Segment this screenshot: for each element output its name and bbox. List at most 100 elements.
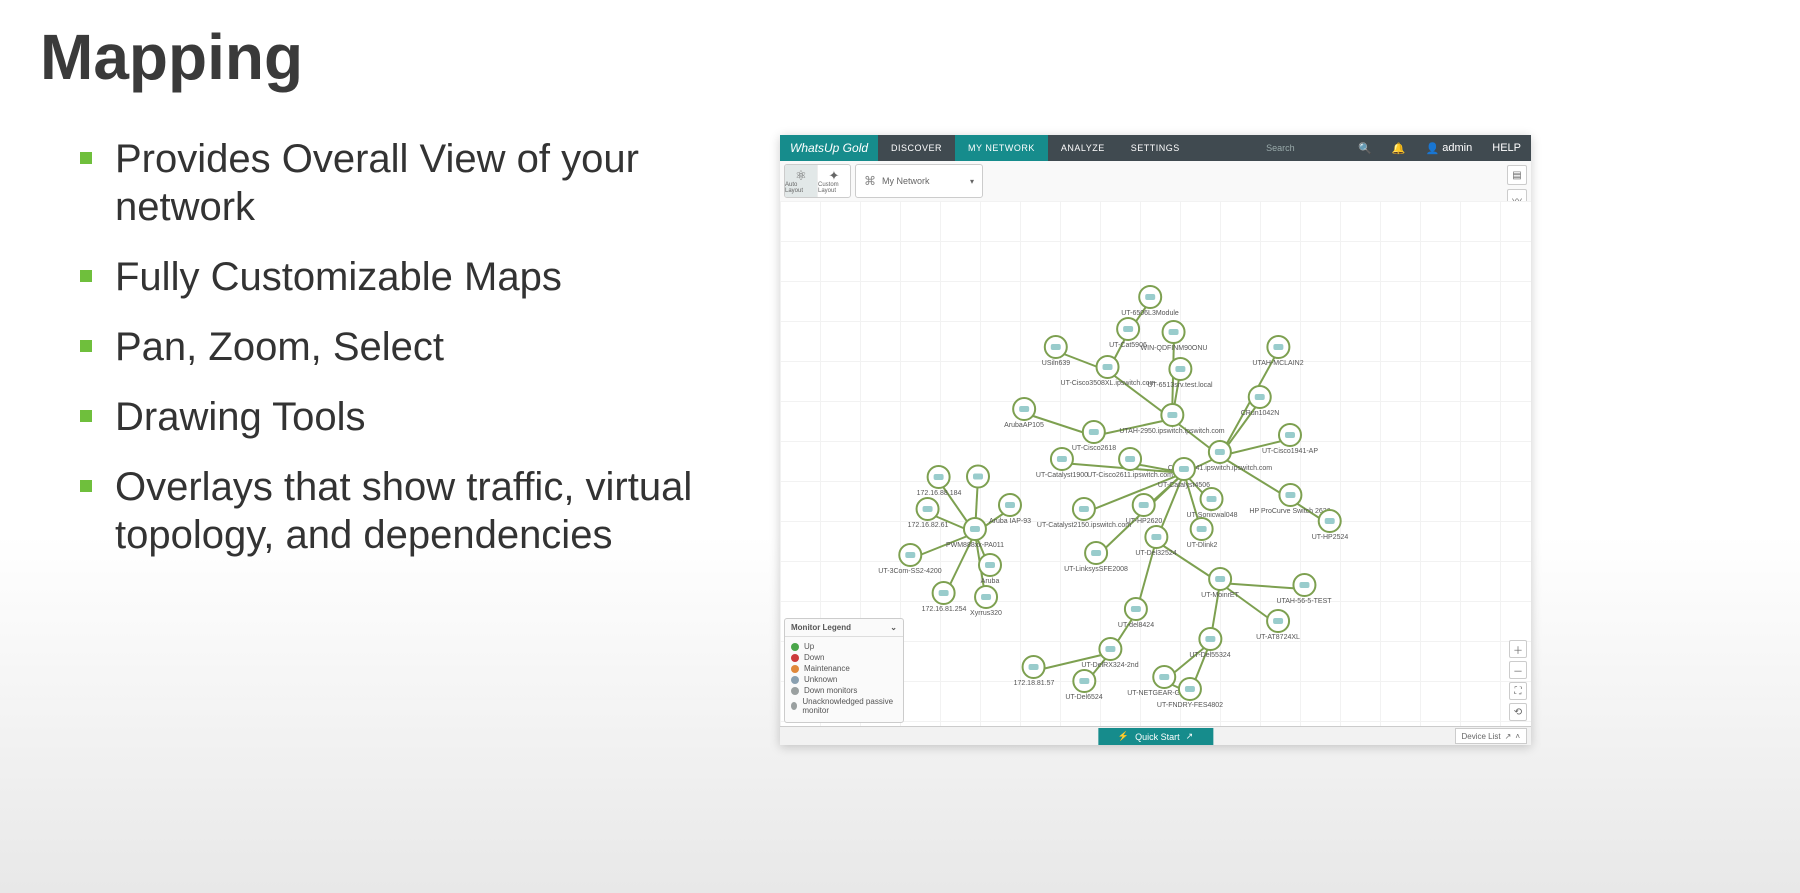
- nav-item-discover[interactable]: DISCOVER: [878, 135, 955, 161]
- node-label: PWM888xx-PA011: [946, 542, 1004, 549]
- network-node[interactable]: UT-3Com-SS2-4200: [878, 543, 941, 575]
- network-node[interactable]: Xyrrus320: [970, 585, 1002, 617]
- expand-arrows-icon: ↗: [1505, 732, 1512, 741]
- network-node[interactable]: UT-LinksysSFE2008: [1064, 541, 1128, 573]
- node-label: UTAH-2950.ipswitch.ipswitch.com: [1119, 428, 1224, 435]
- node-label: UT-Catalyst2150.ipswitch.com: [1037, 522, 1131, 529]
- device-icon: [927, 465, 951, 489]
- nav-item-settings[interactable]: SETTINGS: [1118, 135, 1193, 161]
- network-node[interactable]: UT-Dlink2: [1187, 517, 1218, 549]
- network-node[interactable]: UT-Del6524: [1065, 669, 1102, 701]
- node-label: 172.16.81.254: [922, 606, 967, 613]
- network-node[interactable]: UTAH-56-5-TEST: [1276, 573, 1331, 605]
- bullet-item: Drawing Tools: [80, 393, 760, 441]
- network-context-select[interactable]: ⌘ My Network: [855, 164, 983, 198]
- devices-panel-icon[interactable]: ▤: [1507, 165, 1527, 185]
- device-icon: [1050, 447, 1074, 471]
- help-link[interactable]: HELP: [1482, 135, 1531, 161]
- quick-start-label: Quick Start: [1135, 732, 1180, 742]
- custom-layout-button[interactable]: ✦ Custom Layout: [818, 165, 850, 197]
- legend-label: Unacknowledged passive monitor: [802, 697, 897, 715]
- device-icon: [1132, 493, 1156, 517]
- network-node[interactable]: UT-Del55324: [1189, 627, 1230, 659]
- zoom-out-button[interactable]: －: [1509, 661, 1527, 679]
- search-input[interactable]: [1264, 142, 1348, 154]
- user-label: admin: [1442, 142, 1472, 154]
- device-icon: [1084, 541, 1108, 565]
- search-icon[interactable]: 🔍: [1348, 135, 1382, 161]
- network-node[interactable]: 172.16.81.254: [922, 581, 967, 613]
- bullet-list: Provides Overall View of your network Ful…: [80, 135, 760, 581]
- network-node[interactable]: UT-del8424: [1118, 597, 1154, 629]
- network-node[interactable]: ArubaAP105: [1004, 397, 1044, 429]
- network-node[interactable]: UT-Catalyst2150.ipswitch.com: [1037, 497, 1131, 529]
- network-node[interactable]: Aruba IAP-93: [989, 493, 1031, 525]
- device-icon: [1012, 397, 1036, 421]
- network-node[interactable]: UT-HP2524: [1312, 509, 1349, 541]
- custom-layout-icon: ✦: [829, 169, 840, 182]
- device-icon: [1200, 487, 1224, 511]
- network-node[interactable]: 172.16.82.61: [908, 497, 949, 529]
- bullet-item: Overlays that show traffic, virtual topo…: [80, 463, 760, 559]
- chevron-down-icon: ⌄: [890, 623, 897, 632]
- legend-header[interactable]: Monitor Legend ⌄: [785, 619, 903, 637]
- node-label: UT-3Com-SS2-4200: [878, 568, 941, 575]
- device-icon: [1162, 320, 1186, 344]
- network-node[interactable]: UT-Cisco3508XL.ipswitch.com: [1061, 355, 1156, 387]
- bullet-item: Fully Customizable Maps: [80, 253, 760, 301]
- network-node[interactable]: CRun1042N: [1241, 385, 1280, 417]
- network-node[interactable]: WIN-QDFINM90ONU: [1141, 320, 1208, 352]
- layout-toolbar: ⚛ Auto Layout ✦ Custom Layout ⌘ My Netwo…: [780, 161, 1531, 202]
- nav-item-my-network[interactable]: MY NETWORK: [955, 135, 1048, 161]
- network-node[interactable]: UT-6513srv.test.local: [1147, 357, 1212, 389]
- zoom-fit-button[interactable]: ⛶: [1509, 682, 1527, 700]
- network-node[interactable]: [966, 465, 990, 490]
- legend-label: Up: [804, 642, 814, 651]
- monitor-legend: Monitor Legend ⌄ UpDownMaintenanceUnknow…: [784, 618, 904, 723]
- legend-label: Down monitors: [804, 686, 857, 695]
- notifications-icon[interactable]: 🔔: [1382, 135, 1416, 161]
- network-node[interactable]: UT-Catalyst4506: [1158, 457, 1210, 489]
- bullet-item: Provides Overall View of your network: [80, 135, 760, 231]
- network-node[interactable]: 172.18.81.57: [1014, 655, 1055, 687]
- legend-row: Unknown: [791, 675, 897, 684]
- auto-layout-button[interactable]: ⚛ Auto Layout: [785, 165, 818, 197]
- network-node[interactable]: UTAH-MCLAIN2: [1252, 335, 1303, 367]
- legend-swatch: [791, 643, 799, 651]
- network-node[interactable]: UT-Catalyst1900: [1036, 447, 1088, 479]
- network-node[interactable]: UT-Sonicwal048: [1187, 487, 1238, 519]
- network-icon: ⌘: [864, 174, 876, 188]
- device-icon: [1116, 317, 1140, 341]
- node-label: UT-MoinrET: [1201, 592, 1239, 599]
- product-logo: WhatsUp Gold: [780, 135, 878, 161]
- network-node[interactable]: UT-HP2620: [1126, 493, 1163, 525]
- device-icon: [1208, 440, 1232, 464]
- legend-title: Monitor Legend: [791, 623, 851, 632]
- device-icon: [1124, 597, 1148, 621]
- legend-label: Maintenance: [804, 664, 850, 673]
- device-icon: [1022, 655, 1046, 679]
- node-label: 172.16.82.61: [908, 522, 949, 529]
- network-node[interactable]: Aruba: [978, 553, 1002, 585]
- nav-item-analyze[interactable]: ANALYZE: [1048, 135, 1118, 161]
- network-node[interactable]: UT-MoinrET: [1201, 567, 1239, 599]
- network-node[interactable]: 172.16.88.184: [917, 465, 962, 497]
- zoom-reset-button[interactable]: ⟲: [1509, 703, 1527, 721]
- layout-group: ⚛ Auto Layout ✦ Custom Layout: [784, 164, 851, 198]
- network-node[interactable]: UT-Del32524: [1135, 525, 1176, 557]
- device-icon: [1168, 357, 1192, 381]
- legend-swatch: [791, 676, 799, 684]
- device-icon: [1278, 483, 1302, 507]
- legend-swatch: [791, 687, 799, 695]
- network-node[interactable]: UT-FNDRY-FES4802: [1157, 677, 1223, 709]
- network-node[interactable]: UTAH-2950.ipswitch.ipswitch.com: [1119, 403, 1224, 435]
- device-list-button[interactable]: Device List ↗ ˄: [1455, 728, 1528, 744]
- node-label: UT-Del6524: [1065, 694, 1102, 701]
- network-node[interactable]: UT-6506L3Module: [1121, 285, 1179, 317]
- quick-start-button[interactable]: ⚡ Quick Start ↗: [1098, 728, 1213, 745]
- node-label: Aruba: [981, 578, 1000, 585]
- device-icon: [1098, 637, 1122, 661]
- zoom-in-button[interactable]: ＋: [1509, 640, 1527, 658]
- network-node[interactable]: UT-AT8724XL: [1256, 609, 1300, 641]
- user-menu[interactable]: 👤 admin: [1416, 135, 1483, 161]
